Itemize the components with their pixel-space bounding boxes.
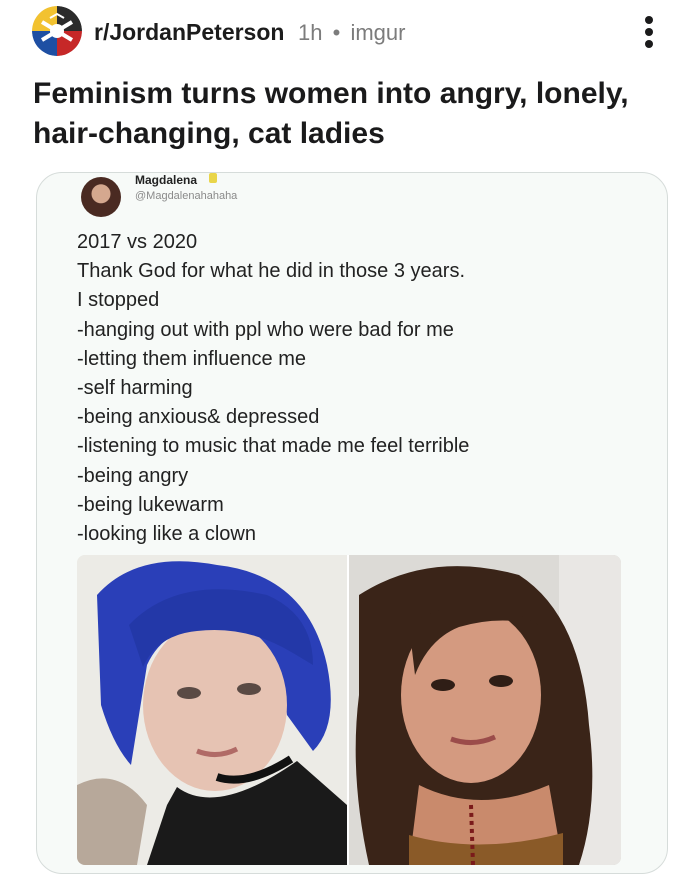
after-photo xyxy=(349,555,621,865)
post-header: r/JordanPeterson 1h • imgur xyxy=(0,0,700,70)
tweet-author-handle: @Magdalenahahaha xyxy=(135,190,238,202)
tweet-text: 2017 vs 2020 Thank God for what he did i… xyxy=(77,228,647,549)
subreddit-name[interactable]: r/JordanPeterson xyxy=(94,19,284,46)
subreddit-avatar-icon[interactable] xyxy=(32,6,82,56)
tweet-line: -being anxious& depressed xyxy=(77,406,320,429)
tweet-line: 2017 vs 2020 xyxy=(77,231,198,253)
tweet-line: -letting them influence me xyxy=(77,347,307,370)
post-age: 1h xyxy=(298,20,323,45)
tweet-line: I stopped xyxy=(77,289,160,312)
more-vertical-icon[interactable] xyxy=(636,10,662,54)
meta-separator: • xyxy=(332,20,341,45)
verified-badge-icon xyxy=(209,173,217,183)
post-source[interactable]: imgur xyxy=(350,20,405,45)
post-meta: 1h • imgur xyxy=(298,20,405,46)
tweet-line: -self harming xyxy=(77,377,193,400)
before-photo xyxy=(77,555,347,865)
post-image[interactable]: Magdalena @Magdalenahahaha 2017 vs 2020 … xyxy=(36,172,668,874)
tweet-line: -listening to music that made me feel te… xyxy=(77,435,470,458)
tweet-line: -being angry xyxy=(77,464,189,487)
tweet-line: -being lukewarm xyxy=(77,493,224,516)
tweet-line: -hanging out with ppl who were bad for m… xyxy=(77,318,454,341)
tweet-author-name: Magdalena xyxy=(135,173,198,187)
tweet-author-avatar xyxy=(81,177,121,217)
post-title[interactable]: Feminism turns women into angry, lonely,… xyxy=(33,74,673,154)
tweet-line: -looking like a clown xyxy=(77,523,256,546)
tweet-line: Thank God for what he did in those 3 yea… xyxy=(77,260,465,283)
